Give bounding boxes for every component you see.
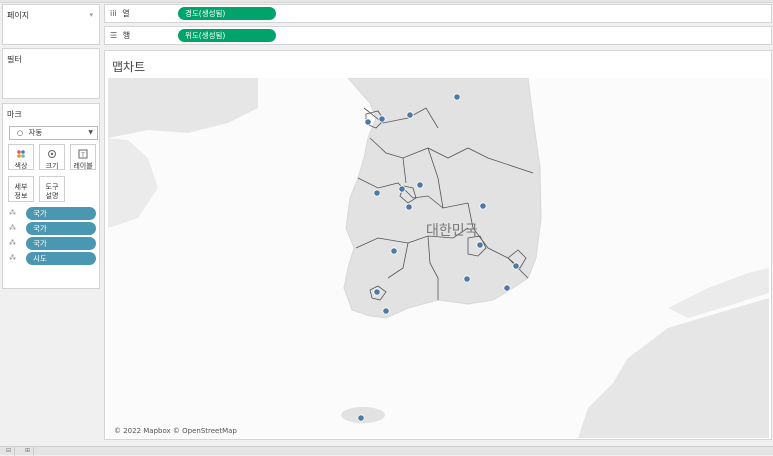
field-pill-label: 국가 [26,237,96,250]
detail-icon: ⁂ [9,209,16,217]
detail-field-pill[interactable]: ⁂ 국가 [9,222,97,235]
filters-card[interactable]: 필터 [2,48,100,99]
columns-shelf-label: 열 [122,9,130,18]
data-point [453,93,461,101]
latitude-pill[interactable]: 위도(생성됨) [178,29,276,42]
mark-type-dropdown[interactable]: ○ 자동 ▼ [9,126,98,140]
korea-peninsula-land [343,78,542,319]
detail-button-label: 세부 정보 [14,183,28,200]
rows-shelf-label-wrap: ☰ 행 [110,30,130,41]
color-dots-icon [9,149,33,162]
columns-shelf[interactable]: iii 열 경도(생성됨) [104,4,772,23]
data-point [378,115,386,123]
marks-card: 마크 ○ 자동 ▼ 색상 크기 T 레이블 세부 정보 도구 설명 ⁂ 국가 ⁂… [2,103,100,289]
columns-shelf-label-wrap: iii 열 [110,8,130,19]
pages-card-title: 페이지 [7,11,30,20]
korea-map: 대한민국 [108,78,769,438]
color-button-label: 색상 [14,162,28,170]
data-point [364,118,372,126]
data-point [512,262,520,270]
japan-land [578,298,769,438]
label-icon: T [71,149,95,162]
data-point [390,247,398,255]
data-point [357,414,365,422]
svg-text:T: T [80,152,85,159]
map-attribution: © 2022 Mapbox © OpenStreetMap [114,427,237,435]
detail-field-pill[interactable]: ⁂ 시도 [9,252,97,265]
data-point [476,241,484,249]
data-point [503,284,511,292]
detail-field-pill[interactable]: ⁂ 국가 [9,237,97,250]
data-point [406,111,414,119]
sheet-tab-bar: ⊟ ⊞ [0,446,773,456]
rows-shelf-label: 행 [122,31,131,40]
size-button[interactable]: 크기 [39,144,65,170]
marks-card-title: 마크 [7,110,22,119]
mark-type-value: 자동 [28,128,43,137]
pages-card[interactable]: 페이지 ▾ [2,4,100,45]
filters-card-title: 필터 [7,55,22,64]
detail-icon: ⁂ [9,254,16,262]
tooltip-button[interactable]: 도구 설명 [39,176,65,202]
rows-icon: ☰ [110,31,118,40]
size-icon [40,149,64,162]
chevron-down-icon[interactable]: ▾ [89,11,93,19]
circle-icon: ○ [17,129,24,137]
label-button[interactable]: T 레이블 [70,144,96,170]
chevron-down-icon: ▼ [88,129,93,136]
tooltip-button-label: 도구 설명 [45,183,59,200]
data-point [373,189,381,197]
map-view[interactable]: 대한민국 © 2022 Mapbox © OpenStreetMap [108,78,769,438]
china-coast-land [108,138,158,228]
china-coast-land [108,78,258,138]
label-button-label: 레이블 [73,162,93,170]
detail-field-pill[interactable]: ⁂ 국가 [9,207,97,220]
longitude-pill[interactable]: 경도(생성됨) [178,7,276,20]
color-button[interactable]: 색상 [8,144,34,170]
field-pill-label: 시도 [26,252,96,265]
country-map-label: 대한민국 [426,223,478,239]
data-point [416,181,424,189]
data-point [382,307,390,315]
field-pill-label: 국가 [26,207,96,220]
columns-icon: iii [110,9,117,18]
viz-card: 맵차트 대한민국 © 2022 Mapbox © OpenStreetMap [104,50,772,440]
detail-button[interactable]: 세부 정보 [8,176,34,202]
data-point [373,288,381,296]
data-point [405,203,413,211]
detail-icon: ⁂ [9,224,16,232]
viz-title: 맵차트 [112,60,146,74]
rows-shelf[interactable]: ☰ 행 위도(생성됨) [104,26,772,45]
data-point [463,275,471,283]
data-point [398,185,406,193]
top-toolbar-strip [0,0,773,3]
field-pill-label: 국가 [26,222,96,235]
data-point [479,202,487,210]
detail-icon: ⁂ [9,239,16,247]
size-button-label: 크기 [45,162,59,170]
